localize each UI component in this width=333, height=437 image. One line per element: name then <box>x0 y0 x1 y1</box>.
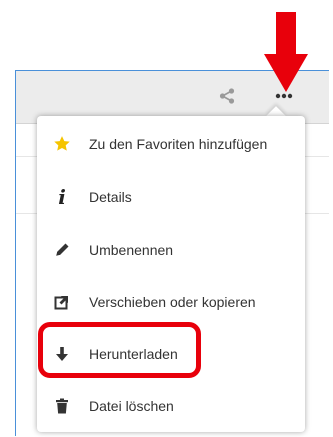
info-glyph: i <box>58 185 66 209</box>
menu-item-label: Herunterladen <box>89 346 178 362</box>
menu-item-delete[interactable]: Datei löschen <box>37 384 305 428</box>
share-icon[interactable] <box>216 85 238 107</box>
menu-item-rename[interactable]: Umbenennen <box>37 228 305 272</box>
pencil-icon <box>51 239 73 261</box>
menu-item-label: Details <box>89 189 132 205</box>
menu-item-label: Datei löschen <box>89 398 174 414</box>
move-copy-icon <box>51 291 73 313</box>
menu-item-label: Umbenennen <box>89 242 174 258</box>
download-icon <box>51 343 73 365</box>
star-icon <box>51 133 73 155</box>
menu-item-label: Zu den Favoriten hinzufügen <box>89 136 268 152</box>
menu-item-label: Verschieben oder kopieren <box>89 294 256 310</box>
arrow-down-icon <box>264 12 308 92</box>
file-actions-menu: Zu den Favoriten hinzufügen i Details Um… <box>37 116 305 432</box>
trash-icon <box>51 395 73 417</box>
menu-item-download[interactable]: Herunterladen <box>37 332 305 376</box>
menu-item-details[interactable]: i Details <box>37 175 305 219</box>
info-icon: i <box>51 186 73 208</box>
menu-item-favorite[interactable]: Zu den Favoriten hinzufügen <box>37 122 305 166</box>
menu-item-move-copy[interactable]: Verschieben oder kopieren <box>37 280 305 324</box>
